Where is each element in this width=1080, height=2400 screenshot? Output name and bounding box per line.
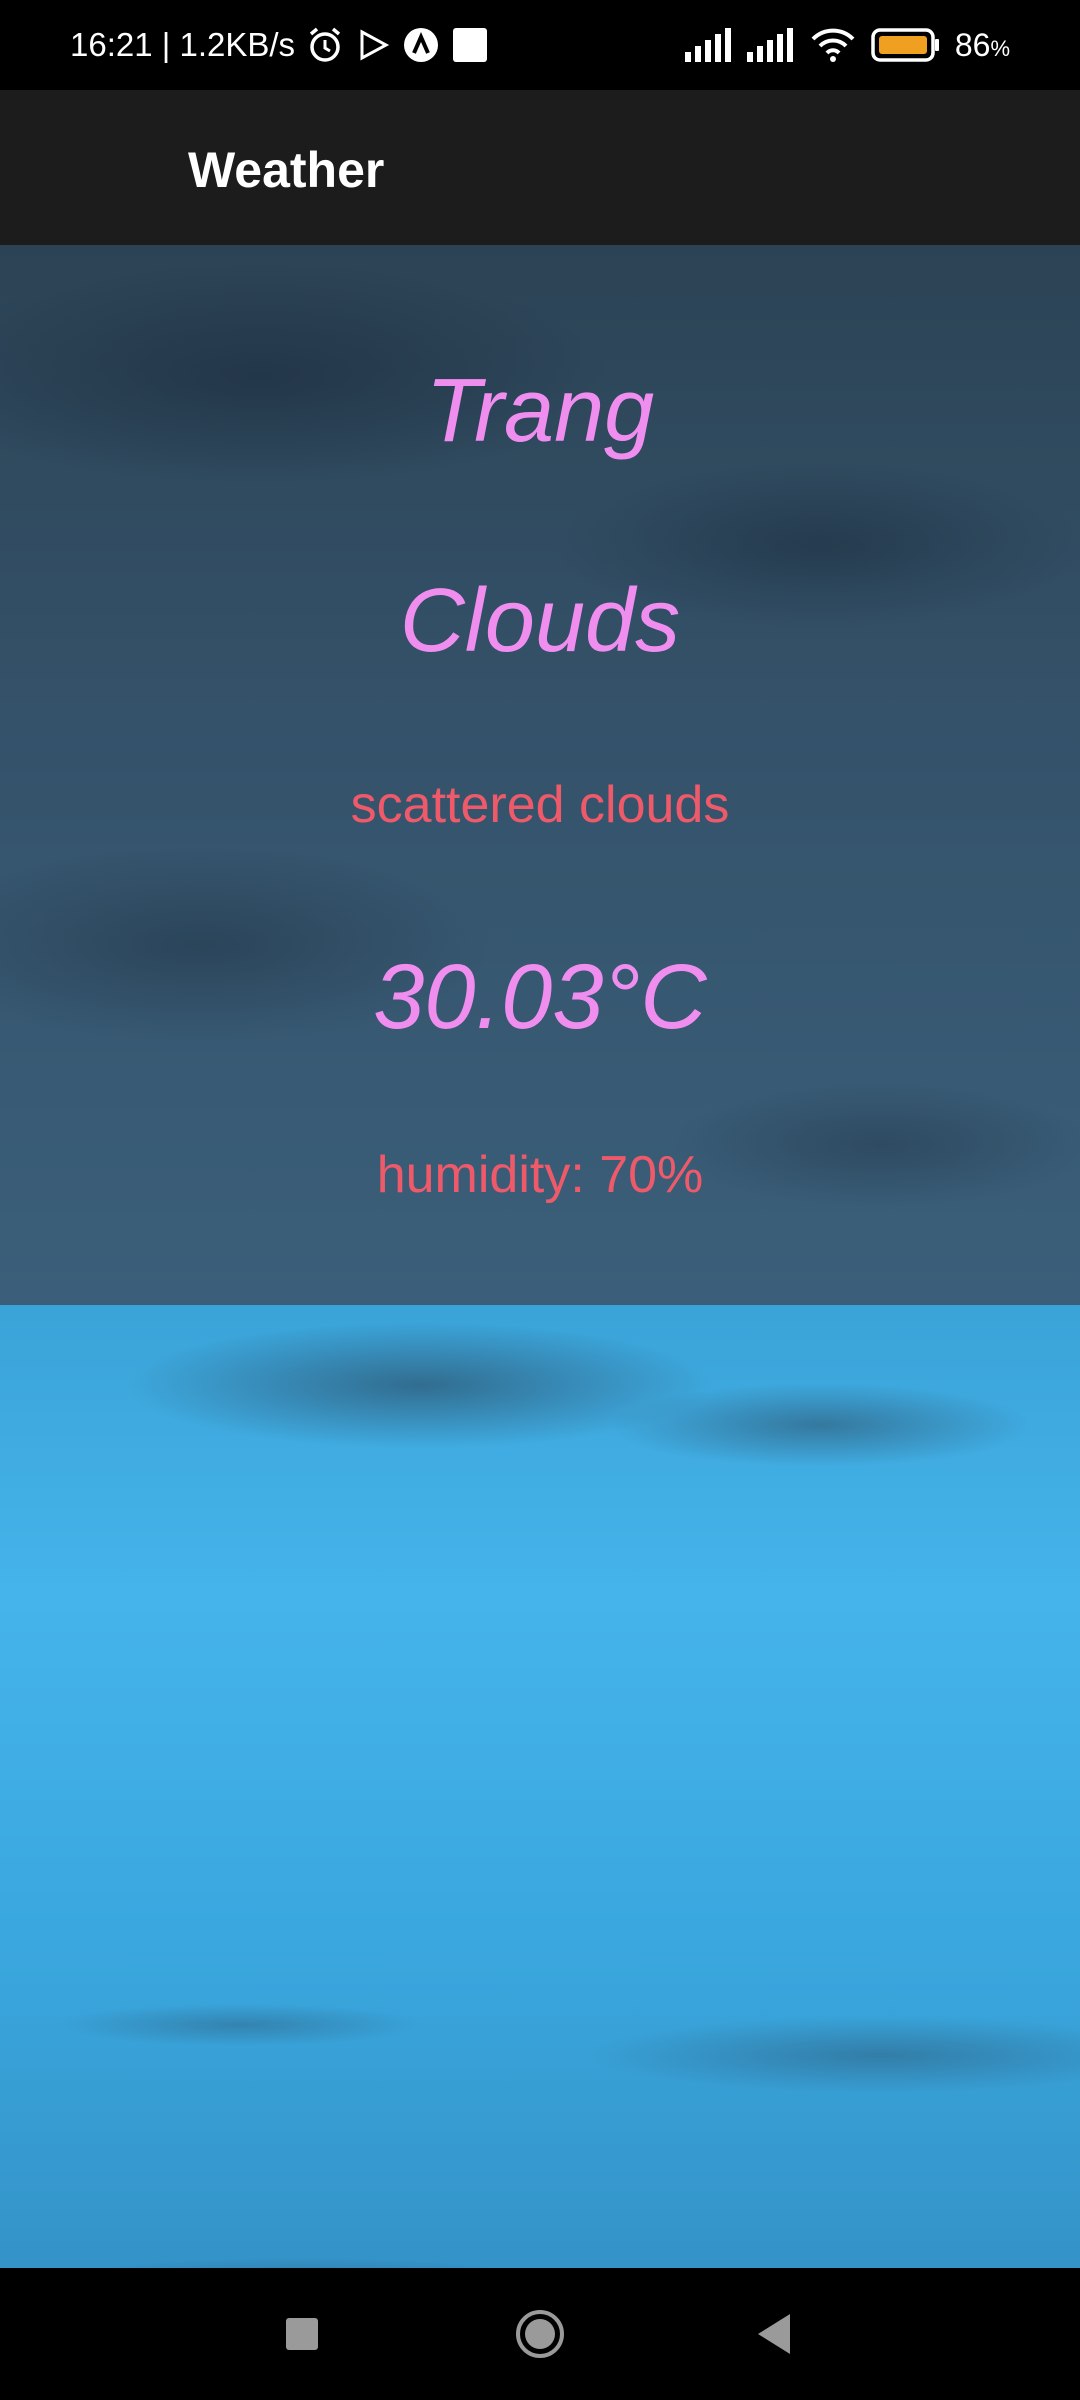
notification-square-icon: [451, 26, 489, 64]
signal-icon: [684, 28, 733, 62]
weather-description: scattered clouds: [350, 776, 730, 834]
recents-button[interactable]: [272, 2304, 332, 2364]
alarm-icon: [305, 25, 345, 65]
status-right: 86%: [684, 0, 1010, 90]
city-name: Trang: [425, 361, 655, 461]
navigation-bar: [0, 2268, 1080, 2400]
battery-icon: [871, 27, 941, 63]
sky-background-image: [0, 1305, 1080, 2268]
back-icon: [758, 2314, 790, 2354]
weather-content: Trang Clouds scattered clouds 30.03°C hu…: [0, 245, 1080, 2268]
recents-icon: [286, 2318, 318, 2350]
app-title: Weather: [188, 142, 385, 198]
home-icon: [516, 2310, 564, 2358]
humidity: humidity: 70%: [376, 1146, 704, 1204]
weather-condition: Clouds: [399, 571, 681, 671]
home-button[interactable]: [510, 2304, 570, 2364]
battery-unit: %: [990, 35, 1010, 61]
app-bar: Weather: [0, 90, 1080, 245]
wifi-icon: [809, 27, 857, 63]
signal-icon: [746, 28, 795, 62]
status-bar: 16:21 | 1.2KB/s 86%: [0, 0, 1080, 90]
app-icon: [401, 25, 441, 65]
clock-network-speed: 16:21 | 1.2KB/s: [70, 26, 296, 63]
temperature: 30.03°C: [373, 946, 707, 1048]
battery-percentage: 86%: [955, 27, 1010, 64]
status-left: 16:21 | 1.2KB/s: [70, 0, 489, 90]
play-store-icon: [355, 27, 391, 63]
battery-level-text: 86: [954, 26, 991, 63]
back-button[interactable]: [744, 2304, 804, 2364]
weather-info-panel: Trang Clouds scattered clouds 30.03°C hu…: [0, 245, 1080, 1305]
